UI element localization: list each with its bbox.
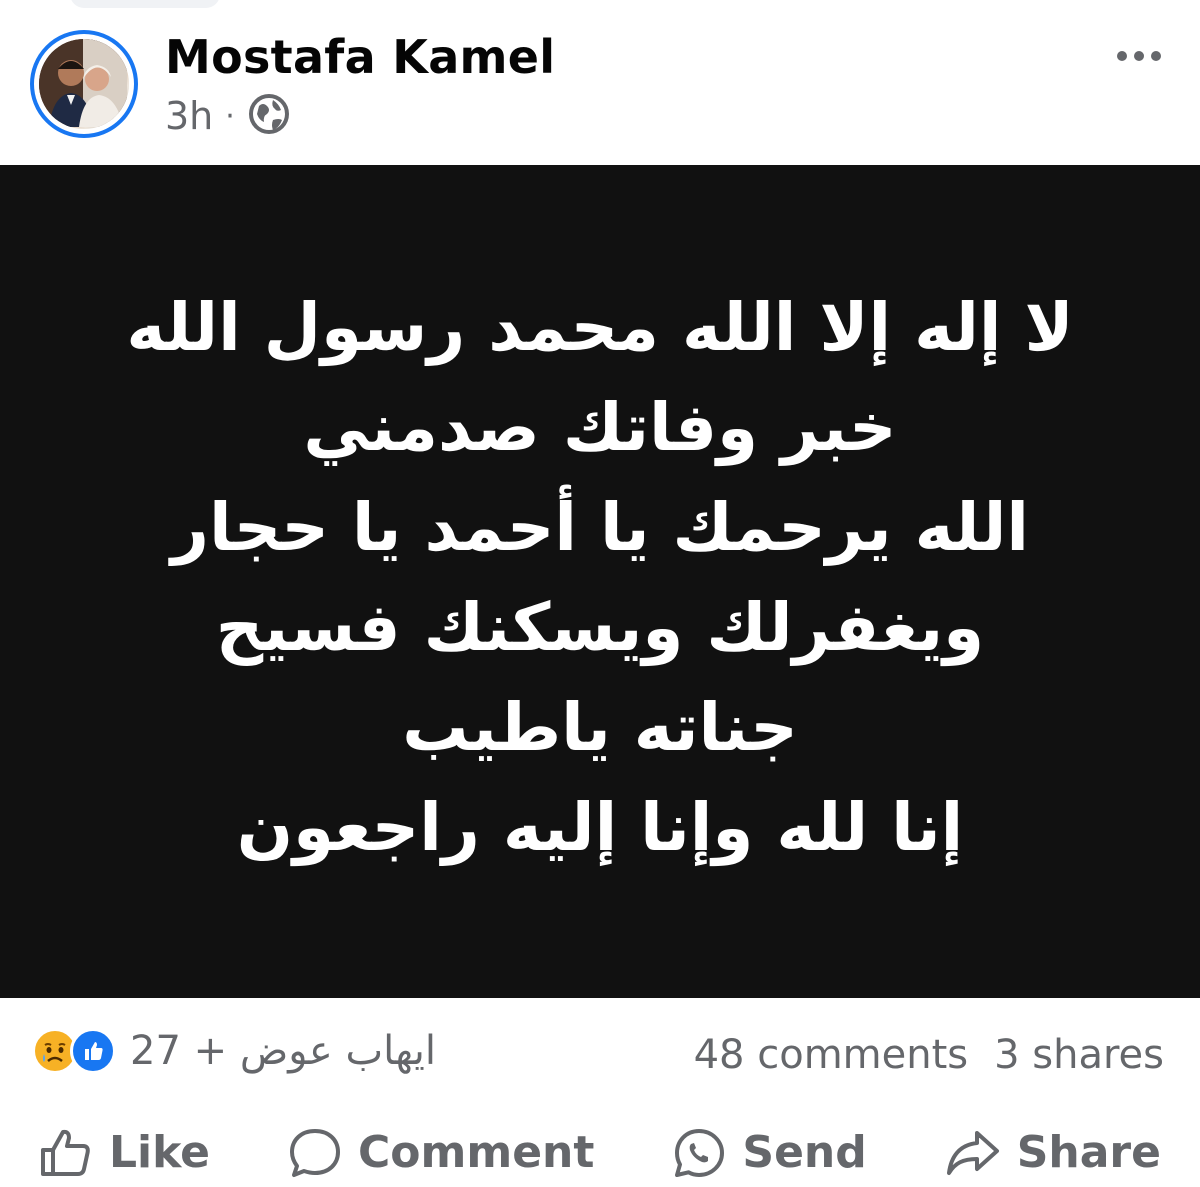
more-dots-icon (1117, 51, 1161, 61)
author-name[interactable]: Mostafa Kamel (165, 30, 555, 84)
like-button[interactable]: Like (39, 1127, 210, 1178)
like-label: Like (108, 1127, 211, 1178)
meta-separator: · (225, 98, 235, 134)
send-label: Send (742, 1127, 867, 1178)
send-button[interactable]: Send (672, 1127, 867, 1179)
reaction-icons (32, 1028, 116, 1074)
comments-count[interactable]: 48 comments (694, 1032, 969, 1078)
text-line: لا إله إلا الله محمد رسول الله (126, 288, 1074, 366)
comment-bubble-icon (290, 1128, 340, 1177)
avatar-photo (39, 39, 129, 129)
text-line: إنا لله وإنا إليه راجعون (236, 788, 964, 866)
post-image[interactable]: لا إله إلا الله محمد رسول الله خبر وفاتك… (0, 165, 1200, 998)
text-line: الله يرحمك يا أحمد يا حجار (171, 488, 1029, 566)
whatsapp-icon (675, 1128, 725, 1177)
post-header: Mostafa Kamel 3h · (0, 0, 1200, 165)
text-line: ويغفرلك ويسكنك فسيح (215, 588, 985, 666)
engagement-counts: 48 comments 3 shares (694, 1032, 1164, 1078)
post-image-text: لا إله إلا الله محمد رسول الله خبر وفاتك… (126, 278, 1073, 878)
action-bar: Like Comment Send Share (0, 1118, 1200, 1187)
reactions-text: ايهاب عوض + 27 (130, 1028, 436, 1074)
avatar-people-illustration (39, 39, 127, 127)
share-arrow-icon (946, 1130, 999, 1175)
text-line: خبر وفاتك صدمني (303, 388, 897, 466)
post-meta: 3h · (165, 92, 291, 140)
thumbs-up-icon (40, 1129, 90, 1176)
text-line: جناته ياطيب (402, 688, 798, 766)
share-button[interactable]: Share (945, 1127, 1161, 1178)
like-icon (70, 1028, 116, 1074)
comment-button[interactable]: Comment (288, 1127, 594, 1179)
reactions-summary[interactable]: ايهاب عوض + 27 (32, 1028, 436, 1074)
comment-label: Comment (358, 1127, 595, 1178)
share-label: Share (1016, 1127, 1161, 1178)
post-stats: ايهاب عوض + 27 48 comments 3 shares (0, 1010, 1200, 1100)
shares-count[interactable]: 3 shares (994, 1032, 1164, 1078)
more-options-button[interactable] (1114, 38, 1164, 74)
post-time[interactable]: 3h (165, 94, 213, 138)
author-avatar[interactable] (30, 30, 138, 138)
globe-icon[interactable] (247, 92, 291, 140)
